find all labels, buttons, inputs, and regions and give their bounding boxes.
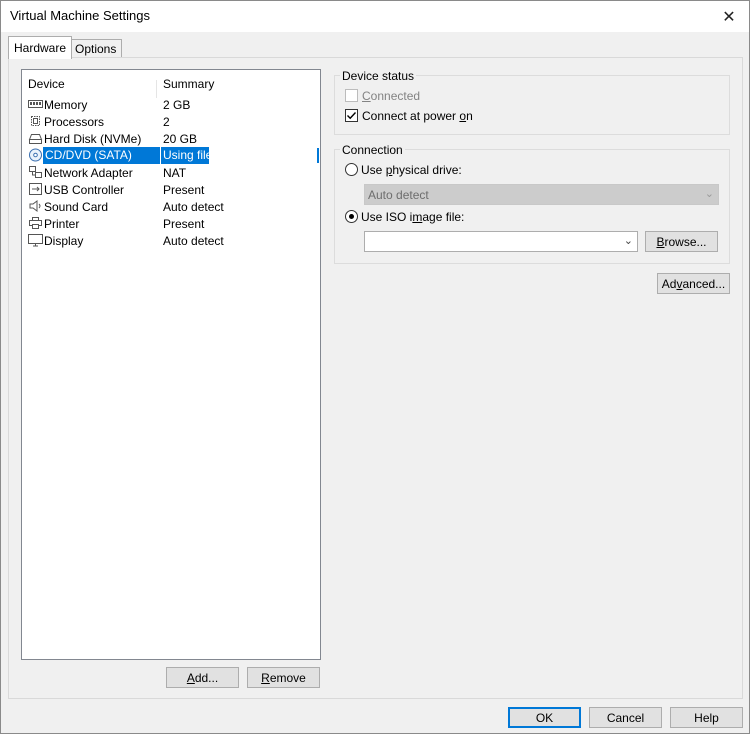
device-summary: Auto detect xyxy=(163,200,224,214)
physical-label-pre: Use xyxy=(361,163,386,177)
window-title: Virtual Machine Settings xyxy=(10,8,150,23)
ok-button[interactable]: OK xyxy=(508,707,581,728)
chevron-down-icon: ⌄ xyxy=(704,188,714,200)
advanced-label-pre: Ad xyxy=(661,276,677,291)
connected-label-post: onnected xyxy=(370,89,421,103)
connect-at-power-on-checkbox[interactable] xyxy=(345,109,358,122)
processor-icon xyxy=(31,116,40,126)
help-button[interactable]: Help xyxy=(670,707,743,728)
device-name: Display xyxy=(44,234,84,248)
device-summary: 20 GB xyxy=(163,132,198,146)
device-summary: Present xyxy=(163,217,205,231)
device-row-usb-controller[interactable]: USB Controller Present xyxy=(26,181,318,198)
device-summary: 2 GB xyxy=(163,98,191,112)
printer-icon xyxy=(29,217,42,229)
advanced-button[interactable]: Ad v anced... xyxy=(657,273,730,294)
device-name: Printer xyxy=(44,217,80,231)
tab-options-label: Options xyxy=(75,41,117,56)
add-label-post: dd... xyxy=(194,670,219,685)
add-label-mnemonic: A xyxy=(186,670,195,685)
device-summary: NAT xyxy=(163,166,187,180)
device-row-processors[interactable]: Processors 2 xyxy=(26,113,318,130)
column-header-summary[interactable]: Summary xyxy=(163,77,214,91)
device-row-printer[interactable]: Printer Present xyxy=(26,215,318,232)
network-adapter-icon xyxy=(29,166,42,178)
close-icon[interactable]: ✕ xyxy=(709,1,749,32)
remove-label-post: emove xyxy=(269,670,306,685)
device-row-network-adapter[interactable]: Network Adapter NAT xyxy=(26,164,318,181)
iso-image-path-combobox[interactable]: ⌄ xyxy=(364,231,638,252)
device-list-header: Device Summary xyxy=(22,77,320,98)
usb-icon xyxy=(29,183,42,195)
cd-dvd-icon xyxy=(29,148,42,162)
use-physical-drive-radio[interactable] xyxy=(345,163,358,176)
display-icon xyxy=(28,234,43,247)
column-header-device[interactable]: Device xyxy=(28,77,65,91)
physical-label-post: hysical drive: xyxy=(392,163,462,177)
add-button[interactable]: Add... xyxy=(166,667,239,688)
remove-button[interactable]: Remove xyxy=(247,667,320,688)
use-iso-image-label: Use ISO image file: xyxy=(361,210,464,224)
memory-icon xyxy=(28,100,43,108)
device-name: Processors xyxy=(44,115,105,129)
physical-drive-value: Auto detect xyxy=(368,188,429,202)
use-physical-drive-label: Use physical drive: xyxy=(361,163,462,177)
device-row-hard-disk[interactable]: Hard Disk (NVMe) 20 GB xyxy=(26,130,318,147)
device-name: Sound Card xyxy=(44,200,109,214)
iso-label-post: age file: xyxy=(422,210,465,224)
iso-label-pre: Use ISO i xyxy=(361,210,413,224)
checkmark-icon xyxy=(347,112,357,120)
browse-label-mnemonic: B xyxy=(656,234,665,249)
physical-drive-select[interactable]: Auto detect ⌄ xyxy=(364,184,719,205)
device-row-memory[interactable]: Memory 2 GB xyxy=(26,96,318,113)
device-summary: Present xyxy=(163,183,205,197)
device-name: Hard Disk (NVMe) xyxy=(44,132,142,146)
tab-hardware[interactable]: Hardware xyxy=(8,36,73,59)
connected-label: Connected xyxy=(362,89,420,103)
device-name: USB Controller xyxy=(44,183,125,197)
title-bar: Virtual Machine Settings ✕ xyxy=(1,1,749,32)
connected-label-mnemonic: C xyxy=(362,89,371,103)
chevron-down-icon[interactable]: ⌄ xyxy=(624,234,633,247)
hard-disk-icon xyxy=(28,134,43,144)
device-row-sound-card[interactable]: Sound Card Auto detect xyxy=(26,198,318,215)
device-name: CD/DVD (SATA) xyxy=(43,147,160,164)
connection-legend: Connection xyxy=(340,143,405,157)
connect-at-power-on-label: Connect at power on xyxy=(362,109,473,123)
remove-label-mnemonic: R xyxy=(261,670,270,685)
iso-label-mnemonic: m xyxy=(412,210,423,224)
radio-selected-dot xyxy=(349,214,354,219)
device-name: Network Adapter xyxy=(44,166,133,180)
sound-card-icon xyxy=(29,200,41,212)
device-summary: 2 xyxy=(163,115,170,129)
selection-focus-marker xyxy=(317,148,319,163)
device-name: Memory xyxy=(44,98,88,112)
device-status-legend: Device status xyxy=(340,69,417,83)
device-row-cd-dvd[interactable]: CD/DVD (SATA) Using file xyxy=(26,147,319,164)
tab-options[interactable]: Options xyxy=(69,39,123,57)
browse-label-post: rowse... xyxy=(664,234,707,249)
device-list[interactable]: Device Summary Memory 2 GB Processors 2 … xyxy=(21,69,321,660)
use-iso-image-radio[interactable] xyxy=(345,210,358,223)
device-summary: Using file xyxy=(161,147,213,164)
connected-checkbox[interactable] xyxy=(345,89,358,102)
dialog-window: Virtual Machine Settings ✕ Hardware Opti… xyxy=(0,0,750,734)
connect-at-power-on-label-pre: Connect at power xyxy=(362,109,460,123)
connect-at-power-on-label-post: n xyxy=(466,109,473,123)
cancel-button[interactable]: Cancel xyxy=(589,707,662,728)
device-summary: Auto detect xyxy=(163,234,224,248)
advanced-label-post: anced... xyxy=(682,276,726,291)
tab-hardware-label: Hardware xyxy=(14,41,67,55)
device-status-group xyxy=(334,75,730,135)
browse-button[interactable]: Browse... xyxy=(645,231,718,252)
device-row-display[interactable]: Display Auto detect xyxy=(26,232,318,249)
